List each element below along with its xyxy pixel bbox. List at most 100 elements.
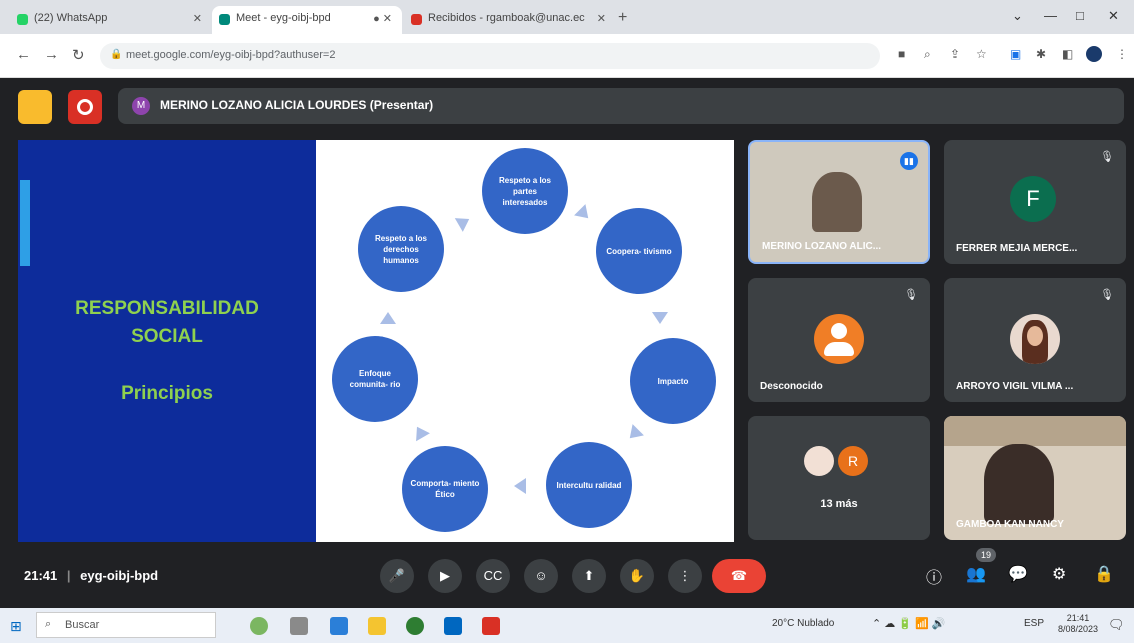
- url-field[interactable]: 🔒 meet.google.com/eyg-oibj-bpd?authuser=…: [100, 43, 880, 69]
- present-button[interactable]: ⬆: [572, 559, 606, 593]
- maximize-button[interactable]: □: [1076, 8, 1084, 23]
- extension-icon[interactable]: ▣: [1010, 47, 1021, 61]
- raise-hand-button[interactable]: ✋: [620, 559, 654, 593]
- participant-name: FERRER MEJIA MERCE...: [956, 243, 1078, 254]
- host-controls-icon[interactable]: 🔒: [1094, 564, 1114, 584]
- avatar: R: [838, 446, 868, 476]
- cycle-arrow-icon: [624, 424, 644, 444]
- reload-button[interactable]: ↻: [72, 46, 85, 64]
- captions-button[interactable]: CC: [476, 559, 510, 593]
- meet-control-bar: 21:41 | eyg-oibj-bpd 🎤 ▶ CC ☺ ⬆ ✋ ⋮ ☎ ⓘ …: [0, 544, 1134, 608]
- menu-icon[interactable]: ⋮: [1116, 47, 1128, 61]
- forward-button[interactable]: →: [44, 46, 59, 63]
- circle-interculturalidad: Intercultu ralidad: [546, 442, 632, 528]
- people-icon[interactable]: 👥: [966, 564, 986, 584]
- participant-tile[interactable]: 🎙 ARROYO VIGIL VILMA ...: [944, 278, 1126, 402]
- end-call-button[interactable]: ☎: [712, 559, 766, 593]
- participant-tile[interactable]: GAMBOA KAN NANCY: [944, 416, 1126, 540]
- camera-icon[interactable]: ■: [898, 47, 905, 61]
- meet-icon: [219, 14, 230, 25]
- emoji-button[interactable]: ☺: [524, 559, 558, 593]
- meeting-code: eyg-oibj-bpd: [80, 568, 159, 583]
- separator: |: [66, 568, 71, 583]
- participant-name: MERINO LOZANO ALIC...: [762, 241, 882, 252]
- presentation-icon[interactable]: [18, 90, 52, 124]
- activities-icon[interactable]: ⚙: [1052, 564, 1066, 584]
- language-indicator[interactable]: ESP: [1024, 618, 1044, 629]
- info-icon[interactable]: ⓘ: [926, 564, 942, 588]
- store-icon[interactable]: [330, 617, 348, 635]
- edge-icon[interactable]: [444, 617, 462, 635]
- chat-icon[interactable]: 💬: [1008, 564, 1028, 584]
- speaking-icon: ▮▮: [900, 152, 918, 170]
- tab-meet[interactable]: Meet - eyg-oibj-bpd ● ✕: [212, 6, 402, 34]
- participant-video: [984, 444, 1054, 524]
- bookmark-star-icon[interactable]: ☆: [976, 47, 987, 61]
- cycle-arrow-icon: [380, 312, 396, 324]
- cycle-arrow-icon: [410, 422, 430, 442]
- new-tab-button[interactable]: +: [618, 9, 627, 27]
- circle-respeto-partes: Respeto a los partes interesados: [482, 148, 568, 234]
- sidepanel-icon[interactable]: ◧: [1062, 47, 1073, 61]
- clock-date: 8/08/2023: [1058, 624, 1099, 634]
- file-explorer-icon[interactable]: [368, 617, 386, 635]
- participant-tile[interactable]: 🎙 Desconocido: [748, 278, 930, 402]
- avatar: [804, 446, 834, 476]
- url-text: meet.google.com/eyg-oibj-bpd?authuser=2: [126, 49, 336, 61]
- notification-icon[interactable]: 🗨: [1108, 617, 1125, 633]
- slide-title-panel: RESPONSABILIDAD SOCIAL Principios: [18, 140, 316, 542]
- participant-tile[interactable]: ▮▮ MERINO LOZANO ALIC...: [748, 140, 930, 264]
- cycle-arrow-icon: [514, 478, 526, 494]
- weather-widget[interactable]: 20°C Nublado: [772, 618, 834, 629]
- mail-icon[interactable]: [482, 617, 500, 635]
- microphone-button[interactable]: 🎤: [380, 559, 414, 593]
- bookshelf-background: [944, 416, 1126, 446]
- task-view-icon[interactable]: [290, 617, 308, 635]
- share-icon[interactable]: ⇪: [950, 47, 960, 61]
- widget-icon[interactable]: [250, 617, 268, 635]
- cycle-arrow-icon: [652, 312, 668, 324]
- close-window-button[interactable]: ✕: [1108, 8, 1119, 24]
- participant-video: [812, 172, 862, 232]
- meeting-time: 21:41: [24, 568, 58, 583]
- chevron-down-icon[interactable]: ⌄: [1012, 8, 1023, 24]
- windows-start-icon[interactable]: ⊞: [10, 618, 22, 635]
- puzzle-icon[interactable]: ✱: [1036, 47, 1046, 61]
- taskbar-search[interactable]: ⌕ Buscar: [36, 612, 216, 638]
- tab-title: Meet - eyg-oibj-bpd: [236, 12, 331, 24]
- gmail-icon: [411, 14, 422, 25]
- taskbar-clock[interactable]: 21:41 8/08/2023: [1058, 613, 1098, 635]
- mic-off-icon: 🎙: [1100, 151, 1114, 163]
- system-tray-icons[interactable]: ⌃ ☁ 🔋 📶 🔊: [872, 617, 946, 630]
- zoom-icon[interactable]: ⌕: [924, 47, 931, 62]
- meet-area: M MERINO LOZANO ALICIA LOURDES (Presenta…: [0, 78, 1134, 608]
- browser-tab-bar: (22) WhatsApp ✕ Meet - eyg-oibj-bpd ● ✕ …: [0, 0, 1134, 34]
- close-icon[interactable]: ✕: [193, 12, 202, 25]
- more-options-button[interactable]: ⋮: [668, 559, 702, 593]
- chrome-icon[interactable]: [406, 617, 424, 635]
- address-bar-row: ← → ↻ 🔒 meet.google.com/eyg-oibj-bpd?aut…: [0, 34, 1134, 78]
- record-icon[interactable]: [68, 90, 102, 124]
- close-icon[interactable]: ● ✕: [373, 12, 392, 25]
- circle-comportamiento-etico: Comporta- miento Ético: [402, 446, 488, 532]
- avatar: M: [132, 97, 150, 115]
- participant-tile[interactable]: 🎙 F FERRER MEJIA MERCE...: [944, 140, 1126, 264]
- back-button[interactable]: ←: [16, 46, 31, 63]
- tab-title: Recibidos - rgamboak@unac.ec: [428, 12, 585, 24]
- circle-respeto-derechos: Respeto a los derechos humanos: [358, 206, 444, 292]
- avatar: F: [1010, 176, 1056, 222]
- camera-button[interactable]: ▶: [428, 559, 462, 593]
- more-participants-tile[interactable]: R 13 más: [748, 416, 930, 540]
- whatsapp-icon: [17, 14, 28, 25]
- meeting-info: 21:41 | eyg-oibj-bpd: [24, 568, 158, 583]
- slide-title: RESPONSABILIDAD SOCIAL: [18, 295, 316, 351]
- close-icon[interactable]: ✕: [597, 12, 606, 25]
- windows-taskbar: ⊞ ⌕ Buscar 20°C Nublado ⌃ ☁ 🔋 📶 🔊 ESP 21…: [0, 608, 1134, 643]
- search-icon: ⌕: [45, 618, 52, 630]
- profile-avatar[interactable]: [1086, 46, 1102, 62]
- tab-gmail[interactable]: Recibidos - rgamboak@unac.ec ✕: [404, 6, 614, 34]
- tab-whatsapp[interactable]: (22) WhatsApp ✕: [10, 6, 210, 34]
- search-placeholder: Buscar: [65, 619, 100, 631]
- participant-photo: [1010, 314, 1060, 364]
- minimize-button[interactable]: —: [1044, 8, 1057, 23]
